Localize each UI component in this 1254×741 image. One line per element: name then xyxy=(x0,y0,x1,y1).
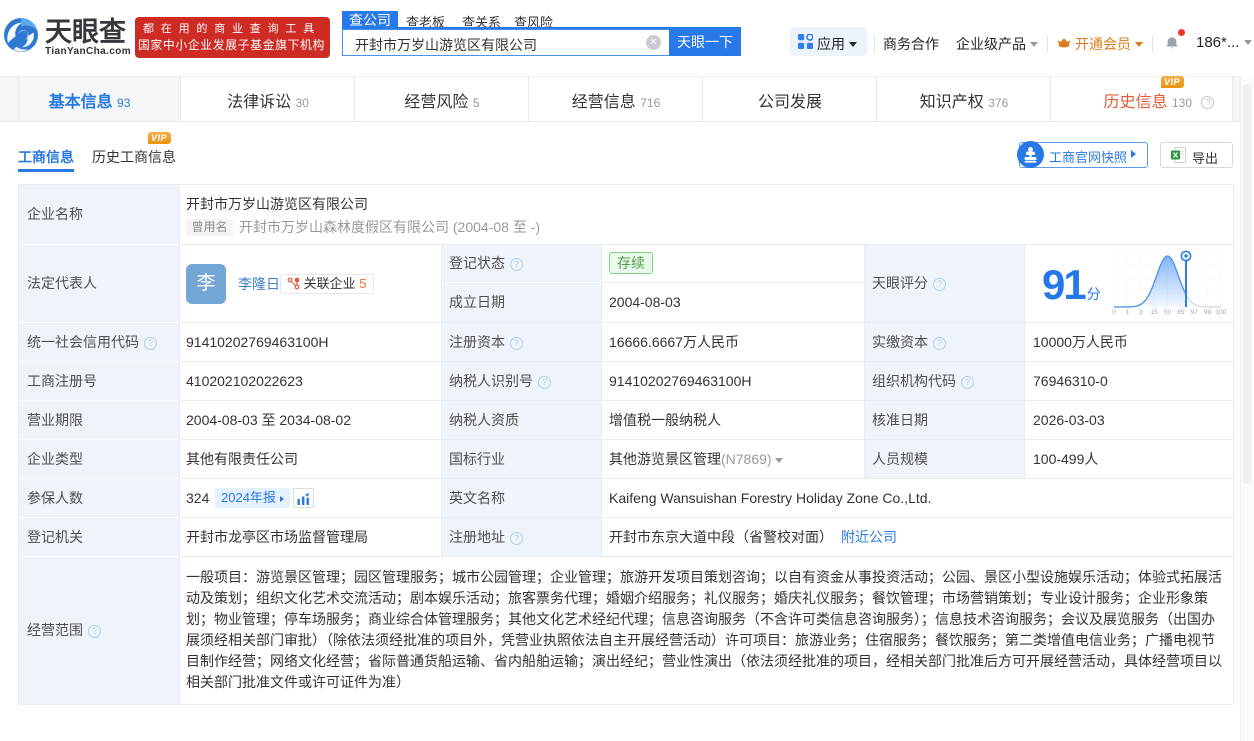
svg-text:85: 85 xyxy=(1177,309,1185,316)
svg-text:3: 3 xyxy=(1139,309,1143,316)
svg-text:99: 99 xyxy=(1204,309,1212,316)
svg-text:0: 0 xyxy=(1112,309,1116,316)
svg-text:97: 97 xyxy=(1191,309,1199,316)
svg-text:100: 100 xyxy=(1216,309,1227,316)
svg-text:1: 1 xyxy=(1126,309,1130,316)
svg-text:50: 50 xyxy=(1164,309,1172,316)
svg-text:15: 15 xyxy=(1150,309,1158,316)
